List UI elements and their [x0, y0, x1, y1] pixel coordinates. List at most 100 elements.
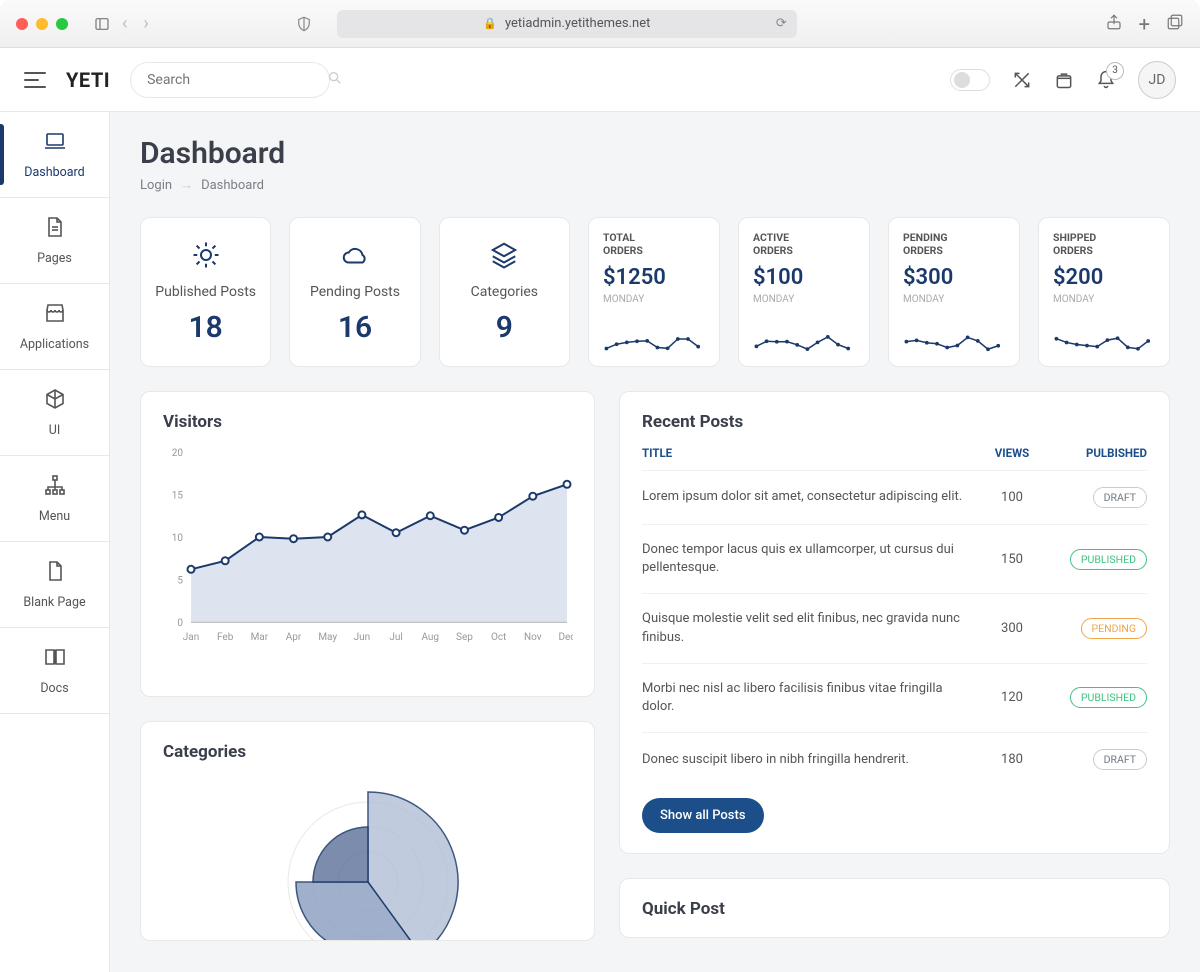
browser-back[interactable]: ‹	[116, 13, 133, 34]
svg-text:Nov: Nov	[524, 632, 542, 643]
window-close[interactable]	[16, 18, 28, 30]
breadcrumb-item: Dashboard	[201, 178, 264, 193]
page-title: Dashboard	[140, 136, 1170, 171]
order-label: TOTALORDERS	[603, 232, 705, 257]
fullscreen-icon[interactable]	[1012, 70, 1032, 90]
sidebar-item-ui[interactable]: UI	[0, 370, 109, 456]
categories-chart	[163, 776, 572, 941]
post-views: 100	[977, 490, 1047, 505]
order-value: $100	[753, 265, 855, 290]
sidebar-item-docs[interactable]: Docs	[0, 628, 109, 714]
stat-value: 9	[496, 310, 513, 345]
theme-toggle[interactable]	[950, 69, 990, 91]
order-day: MONDAY	[753, 294, 855, 305]
svg-text:0: 0	[177, 618, 183, 629]
main-content: Dashboard Login → Dashboard Published Po…	[110, 112, 1200, 972]
order-value: $300	[903, 265, 1005, 290]
table-row: Quisque molestie velit sed elit finibus,…	[642, 593, 1147, 662]
stat-card: Published Posts18	[140, 217, 271, 367]
window-maximize[interactable]	[56, 18, 68, 30]
sidebar-item-label: UI	[49, 423, 61, 438]
sidebar-item-blank-page[interactable]: Blank Page	[0, 542, 109, 628]
panel-title: Quick Post	[642, 899, 1147, 919]
store-icon	[43, 301, 67, 329]
sidebar-toggle-icon[interactable]	[88, 12, 116, 36]
cloud-icon	[340, 240, 370, 274]
apps-icon[interactable]	[1054, 70, 1074, 90]
sidebar-item-label: Blank Page	[23, 595, 85, 610]
url-text: yetiadmin.yetithemes.net	[505, 16, 650, 31]
post-views: 180	[977, 752, 1047, 767]
col-header-published: PULBISHED	[1047, 446, 1147, 460]
address-bar[interactable]: 🔒 yetiadmin.yetithemes.net ⟳	[337, 10, 797, 38]
table-row: Morbi nec nisl ac libero facilisis finib…	[642, 663, 1147, 732]
sidebar-item-label: Pages	[37, 251, 72, 266]
tabs-icon[interactable]	[1166, 13, 1184, 35]
avatar[interactable]: JD	[1138, 61, 1176, 99]
stat-label: Pending Posts	[310, 284, 400, 300]
sidebar-item-menu[interactable]: Menu	[0, 456, 109, 542]
breadcrumb: Login → Dashboard	[140, 177, 1170, 193]
panel-title: Categories	[163, 742, 572, 762]
stat-label: Published Posts	[155, 284, 256, 300]
svg-text:May: May	[318, 632, 337, 643]
svg-text:5: 5	[177, 576, 183, 587]
layers-icon	[489, 240, 519, 274]
svg-text:Sep: Sep	[456, 632, 473, 643]
sidebar-item-label: Docs	[40, 681, 68, 696]
privacy-shield-icon[interactable]	[295, 15, 313, 33]
sidebar-item-pages[interactable]: Pages	[0, 198, 109, 284]
svg-text:Jul: Jul	[389, 632, 402, 643]
post-views: 300	[977, 621, 1047, 636]
chevron-right-icon: →	[180, 177, 193, 193]
panel-title: Visitors	[163, 412, 572, 432]
sitemap-icon	[43, 473, 67, 501]
breadcrumb-item[interactable]: Login	[140, 178, 172, 193]
cube-icon	[43, 387, 67, 415]
svg-text:Jun: Jun	[354, 632, 371, 643]
lock-icon: 🔒	[483, 17, 497, 30]
menu-toggle-icon[interactable]	[24, 72, 46, 88]
col-header-title: TITLE	[642, 446, 977, 460]
status-badge: DRAFT	[1093, 487, 1147, 508]
sun-icon	[191, 240, 221, 274]
show-all-posts-button[interactable]: Show all Posts	[642, 798, 764, 833]
window-minimize[interactable]	[36, 18, 48, 30]
panel-title: Recent Posts	[642, 412, 1147, 432]
table-row: Lorem ipsum dolor sit amet, consectetur …	[642, 470, 1147, 524]
app-header: YETI 3 JD	[0, 48, 1200, 112]
quick-post-panel: Quick Post	[619, 878, 1170, 938]
browser-forward[interactable]: ›	[137, 13, 154, 34]
sidebar: Dashboard Pages Applications UI Menu Blank Pa…	[0, 112, 110, 972]
order-card: TOTALORDERS$1250MONDAY	[588, 217, 720, 367]
order-card: ACTIVEORDERS $100 MONDAY	[738, 217, 870, 367]
svg-text:Oct: Oct	[491, 632, 506, 643]
order-label: SHIPPEDORDERS	[1053, 232, 1155, 257]
search-input[interactable]	[145, 71, 327, 89]
svg-text:10: 10	[172, 533, 184, 544]
stat-card: Pending Posts16	[289, 217, 420, 367]
sidebar-item-dashboard[interactable]: Dashboard	[0, 112, 109, 198]
table-row: Donec tempor lacus quis ex ullamcorper, …	[642, 524, 1147, 593]
order-label: ACTIVEORDERS	[753, 232, 855, 257]
status-badge: DRAFT	[1093, 749, 1147, 770]
post-title: Quisque molestie velit sed elit finibus,…	[642, 610, 977, 646]
visitors-chart: 05101520JanFebMarAprMayJunJulAugSepOctNo…	[163, 446, 572, 676]
col-header-views: VIEWS	[977, 446, 1047, 460]
svg-text:Jan: Jan	[183, 632, 199, 643]
file-icon	[43, 215, 67, 243]
reload-icon[interactable]: ⟳	[776, 16, 787, 31]
search-box[interactable]	[130, 62, 330, 98]
order-value: $200	[1053, 265, 1155, 290]
visitors-panel: Visitors 05101520JanFebMarAprMayJunJulAu…	[140, 391, 595, 697]
share-icon[interactable]	[1105, 13, 1123, 35]
notifications-icon[interactable]: 3	[1096, 70, 1116, 90]
recent-posts-panel: Recent Posts TITLE VIEWS PULBISHED Lorem…	[619, 391, 1170, 854]
new-tab-icon[interactable]: +	[1139, 12, 1150, 36]
svg-text:Aug: Aug	[421, 632, 439, 643]
categories-panel: Categories	[140, 721, 595, 941]
search-icon	[327, 70, 343, 90]
order-day: MONDAY	[603, 294, 705, 305]
sidebar-item-applications[interactable]: Applications	[0, 284, 109, 370]
table-row: Donec suscipit libero in nibh fringilla …	[642, 732, 1147, 786]
